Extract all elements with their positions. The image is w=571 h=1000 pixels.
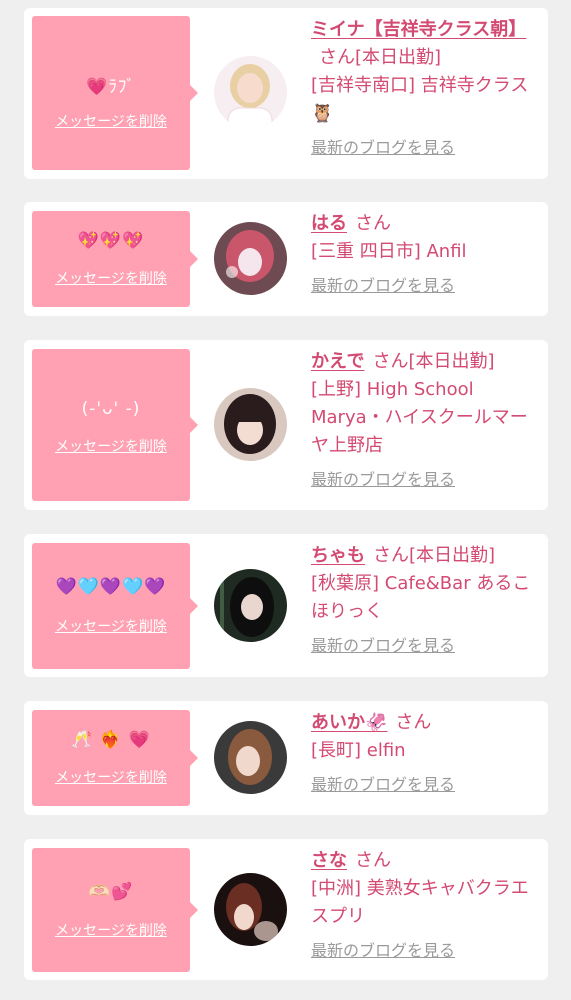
message-bubble: 💗ﾗﾌﾞ メッセージを削除 <box>32 16 198 170</box>
honorific: さん <box>355 850 391 871</box>
cast-name-link[interactable]: さな <box>311 850 347 871</box>
message-card: 🫶🏻💕 メッセージを削除 さな さん [中洲] 美熟女キャバクラエスプリ 最新のブ… <box>24 839 548 980</box>
cast-name-link[interactable]: あいか🦑 <box>311 712 387 733</box>
name-line: かえで さん[本日出勤] <box>311 348 536 376</box>
profile-info: はる さん [三重 四日市] Anfil 最新のブログを見る <box>311 210 536 296</box>
cast-name-link[interactable]: はる <box>311 213 347 234</box>
cast-name-link[interactable]: かえで <box>311 351 364 372</box>
shop-name: [三重 四日市] Anfil <box>311 241 467 262</box>
message-text: 💖💖💖 <box>77 231 145 251</box>
honorific: さん <box>372 351 409 372</box>
shop-name: [上野] High School Marya・ハイスクールマーヤ上野店 <box>311 379 528 456</box>
message-card: 💖💖💖 メッセージを削除 はる さん [三重 四日市] Anfil 最新のブログを… <box>24 202 548 316</box>
name-line: ミイナ【吉祥寺クラス朝】さん[本日出勤] <box>311 16 536 72</box>
pink-hair-avatar[interactable] <box>214 222 287 295</box>
message-text: 🥂 ❤️‍🔥 💗 <box>71 730 151 750</box>
shop-name: [秋葉原] Cafe&Bar あるこほりっく <box>311 573 531 622</box>
message-card: 🥂 ❤️‍🔥 💗 メッセージを削除 あいか🦑 さん [長町] elfin 最新のブ… <box>24 701 548 815</box>
shop-name: [長町] elfin <box>311 740 406 761</box>
honorific: さん <box>319 47 355 68</box>
profile-info: かえで さん[本日出勤] [上野] High School Marya・ハイスクー… <box>311 348 536 490</box>
profile-info: ミイナ【吉祥寺クラス朝】さん[本日出勤] [吉祥寺南口] 吉祥寺クラス🦉 最新の… <box>311 16 536 158</box>
status-badge: [本日出勤] <box>409 545 496 566</box>
message-bubble: 💜🩵💜🩵💜 メッセージを削除 <box>32 543 198 669</box>
name-line: さな さん <box>311 847 536 875</box>
status-badge: [本日出勤] <box>408 351 495 372</box>
delete-message-link[interactable]: メッセージを削除 <box>32 268 190 288</box>
blonde-woman-avatar[interactable] <box>214 56 287 129</box>
blog-link[interactable]: 最新のブログを見る <box>311 771 455 795</box>
blog-link[interactable]: 最新のブログを見る <box>311 632 455 656</box>
blog-link[interactable]: 最新のブログを見る <box>311 134 455 158</box>
honorific: さん <box>373 545 409 566</box>
delete-message-link[interactable]: メッセージを削除 <box>32 920 190 940</box>
message-text: 💗ﾗﾌﾞ <box>86 77 136 97</box>
profile-info: ちゃも さん[本日出勤] [秋葉原] Cafe&Bar あるこほりっく 最新のブロ… <box>311 542 536 656</box>
blog-link[interactable]: 最新のブログを見る <box>311 466 455 490</box>
name-line: ちゃも さん[本日出勤] <box>311 542 536 570</box>
dark-hair-avatar[interactable] <box>214 388 287 461</box>
honorific: さん <box>395 712 432 733</box>
blog-link[interactable]: 最新のブログを見る <box>311 937 455 961</box>
message-bubble: 💖💖💖 メッセージを削除 <box>32 211 198 307</box>
message-bubble: 🥂 ❤️‍🔥 💗 メッセージを削除 <box>32 710 198 806</box>
name-line: はる さん <box>311 210 536 238</box>
shop-name: [吉祥寺南口] 吉祥寺クラス🦉 <box>311 75 529 124</box>
status-badge: [本日出勤] <box>355 47 442 68</box>
name-line: あいか🦑 さん <box>311 709 536 737</box>
message-card: 💜🩵💜🩵💜 メッセージを削除 ちゃも さん[本日出勤] [秋葉原] Cafe&Ba… <box>24 534 548 677</box>
delete-message-link[interactable]: メッセージを削除 <box>32 767 190 787</box>
message-bubble: 🫶🏻💕 メッセージを削除 <box>32 848 198 972</box>
honorific: さん <box>355 213 391 234</box>
message-card: 💗ﾗﾌﾞ メッセージを削除 ミイナ【吉祥寺クラス朝】さん[本日出勤] [吉祥寺南… <box>24 8 548 179</box>
delete-message-link[interactable]: メッセージを削除 <box>32 111 190 131</box>
cast-name-link[interactable]: ちゃも <box>311 545 365 566</box>
delete-message-link[interactable]: メッセージを削除 <box>32 436 190 456</box>
blog-link[interactable]: 最新のブログを見る <box>311 272 455 296</box>
delete-message-link[interactable]: メッセージを削除 <box>32 616 190 636</box>
profile-info: さな さん [中洲] 美熟女キャバクラエスプリ 最新のブログを見る <box>311 847 536 961</box>
message-text: 💜🩵💜🩵💜 <box>55 577 167 597</box>
message-text: (-'ᴗ' -) <box>81 399 141 419</box>
message-bubble: (-'ᴗ' -) メッセージを削除 <box>32 349 198 501</box>
shop-name: [中洲] 美熟女キャバクラエスプリ <box>311 878 529 927</box>
message-card: (-'ᴗ' -) メッセージを削除 かえで さん[本日出勤] [上野] High … <box>24 340 548 510</box>
cast-name-link[interactable]: ミイナ【吉祥寺クラス朝】 <box>311 19 526 40</box>
message-text: 🫶🏻💕 <box>88 882 134 902</box>
profile-info: あいか🦑 さん [長町] elfin 最新のブログを見る <box>311 709 536 795</box>
updo-hair-avatar[interactable] <box>214 873 287 946</box>
black-hair-avatar[interactable] <box>214 569 287 642</box>
brown-hair-avatar[interactable] <box>214 721 287 794</box>
